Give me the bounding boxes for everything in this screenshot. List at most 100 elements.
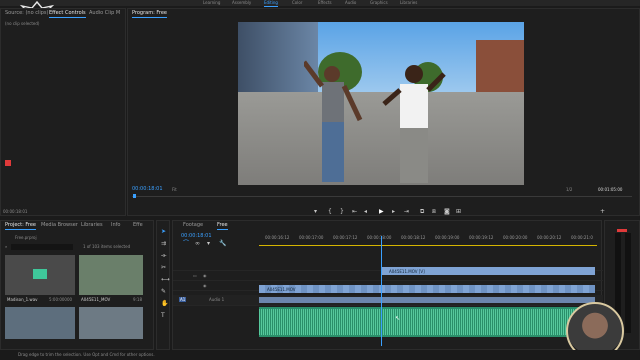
item-duration: 9:18: [133, 297, 142, 302]
video-clip-v1[interactable]: A045E11.MOV: [259, 285, 595, 293]
go-to-in-icon[interactable]: ⇤: [352, 209, 357, 215]
timeline-playhead[interactable]: [381, 236, 382, 346]
program-title[interactable]: Program: Free: [132, 10, 167, 18]
button-editor-icon[interactable]: ⊞: [456, 209, 461, 215]
item-name: A045E11_MOV: [81, 297, 111, 302]
tab-info[interactable]: Info: [111, 222, 120, 229]
timeline-ruler[interactable]: 00:00:16:12 00:00:17:00 00:00:17:12 00:0…: [259, 235, 597, 243]
work-area-bar[interactable]: [259, 245, 597, 246]
razor-tool-icon[interactable]: ✂: [161, 265, 166, 271]
project-file-name: Free.prproj: [15, 235, 37, 240]
tab-source[interactable]: Source: (no clips): [5, 10, 48, 17]
workspace-editing[interactable]: Editing: [264, 0, 278, 7]
tab-free-sequence[interactable]: Free: [217, 222, 228, 230]
audio-meter-right: [625, 233, 631, 333]
workspace-assembly[interactable]: Assembly: [232, 0, 251, 6]
program-timecode[interactable]: 00:00:18:01: [132, 186, 163, 192]
item-count: 1 of 103 items selected: [83, 244, 131, 249]
tab-effect-controls[interactable]: Effect Controls: [49, 10, 86, 18]
audio-track-label: Audio 1: [209, 297, 225, 302]
audio-waveform-icon: [33, 269, 47, 279]
workspace-graphics[interactable]: Graphics: [370, 0, 388, 6]
slip-tool-icon[interactable]: ⟷: [161, 277, 170, 283]
monitor-scrub-bar[interactable]: [132, 196, 632, 197]
selection-tool-icon[interactable]: ➤: [161, 229, 166, 235]
tab-media-browser[interactable]: Media Browser: [41, 222, 78, 229]
mark-out-icon[interactable]: }: [340, 209, 344, 215]
ruler-label: 00:00:18:00: [367, 235, 392, 240]
audio-clip-a1[interactable]: [259, 307, 595, 337]
toggle-sync-lock-icon[interactable]: ▭: [193, 273, 197, 278]
video-clip-v2[interactable]: A045E11.MOV [V]: [381, 267, 595, 275]
search-icon[interactable]: ⌕: [5, 244, 7, 249]
play-icon[interactable]: ▶: [379, 209, 384, 215]
linked-audio-clip[interactable]: [259, 297, 595, 303]
track-target-a1[interactable]: A1: [179, 297, 187, 302]
ruler-label: 00:00:17:12: [333, 235, 358, 240]
step-forward-icon[interactable]: ▸: [392, 209, 395, 215]
tab-audio-clip-mixer[interactable]: Audio Clip M: [89, 10, 120, 17]
workspace-audio[interactable]: Audio: [345, 0, 356, 6]
thumbnail-video[interactable]: [79, 255, 143, 295]
ruler-label: 00:00:21:0: [571, 235, 593, 240]
type-tool-icon[interactable]: T: [161, 313, 165, 319]
tab-footage[interactable]: Footage: [183, 222, 203, 229]
ruler-label: 00:00:18:12: [401, 235, 426, 240]
timeline-panel: Footage Free 00:00:18:01 ⌒ ∞ ▾ 🔧 00:00:1…: [172, 220, 603, 350]
program-video-frame[interactable]: [238, 22, 524, 185]
thumbnail-video[interactable]: [5, 307, 75, 339]
status-message: Drag edge to trim the selection. Use Opt…: [18, 352, 155, 357]
step-back-icon[interactable]: ◂: [364, 209, 367, 215]
workspace-effects[interactable]: Effects: [318, 0, 332, 6]
fit-dropdown[interactable]: Fit: [172, 187, 177, 192]
mark-in-icon[interactable]: {: [328, 209, 332, 215]
person-left-icon: [304, 60, 363, 182]
timeline-settings-icon[interactable]: 🔧: [219, 241, 226, 247]
item-duration: 5:00:00000: [49, 297, 73, 302]
program-duration: 00:01:05:00: [598, 187, 623, 192]
tab-project[interactable]: Project: Free: [5, 222, 36, 230]
linked-selection-icon[interactable]: ∞: [195, 241, 200, 247]
go-to-out-icon[interactable]: ⇥: [404, 209, 409, 215]
export-frame-icon[interactable]: ◙: [444, 209, 450, 215]
eye-icon[interactable]: ◉: [203, 273, 207, 278]
thumbnail-video[interactable]: [79, 307, 143, 339]
workspace-learning[interactable]: Learning: [203, 0, 220, 6]
ruler-label: 00:00:19:00: [435, 235, 460, 240]
no-clip-message: (no clip selected): [5, 21, 40, 26]
eye-icon[interactable]: ◉: [203, 283, 207, 288]
workspace-bar: Learning Assembly Editing Color Effects …: [0, 0, 640, 7]
ruler-label: 00:00:19:12: [469, 235, 494, 240]
track-select-tool-icon[interactable]: ⇉: [161, 241, 166, 247]
add-marker-timeline-icon[interactable]: ▾: [207, 241, 210, 247]
timeline-timecode[interactable]: 00:00:18:01: [181, 233, 212, 239]
person-right-icon: [382, 65, 446, 183]
workspace-color[interactable]: Color: [292, 0, 302, 6]
tab-libraries[interactable]: Libraries: [81, 222, 103, 229]
workspace-libraries[interactable]: Libraries: [400, 0, 417, 6]
ruler-label: 00:00:20:00: [503, 235, 528, 240]
project-search-input[interactable]: [11, 244, 73, 250]
tab-effects[interactable]: Effe: [133, 222, 143, 229]
ruler-label: 00:00:16:12: [265, 235, 290, 240]
cursor-icon: ↖: [395, 315, 401, 322]
add-marker-icon[interactable]: ▾: [314, 209, 317, 215]
ruler-label: 00:00:20:12: [537, 235, 562, 240]
effect-controls-panel: Source: (no clips) Effect Controls Audio…: [0, 8, 126, 216]
thumbnail-audio[interactable]: [5, 255, 75, 295]
tools-panel: ➤ ⇉ ⟛ ✂ ⟷ ✎ ✋ T: [156, 220, 170, 350]
pen-tool-icon[interactable]: ✎: [161, 289, 166, 295]
peak-indicator: [617, 229, 627, 232]
project-panel: Project: Free Media Browser Libraries In…: [0, 220, 154, 350]
snap-icon[interactable]: ⌒: [183, 241, 189, 247]
quality-dropdown[interactable]: 1/2: [566, 187, 572, 192]
insert-icon[interactable]: ⧉: [420, 209, 424, 215]
ripple-edit-tool-icon[interactable]: ⟛: [161, 253, 166, 259]
hand-tool-icon[interactable]: ✋: [161, 301, 168, 307]
clip-label: A045E11.MOV: [267, 287, 296, 292]
overwrite-icon[interactable]: ⧈: [432, 209, 436, 215]
record-indicator-icon: [5, 160, 11, 166]
add-button-icon[interactable]: +: [600, 209, 605, 215]
monitor-playhead[interactable]: [133, 194, 136, 198]
effect-controls-timecode: 00:00:18:01: [3, 209, 28, 214]
